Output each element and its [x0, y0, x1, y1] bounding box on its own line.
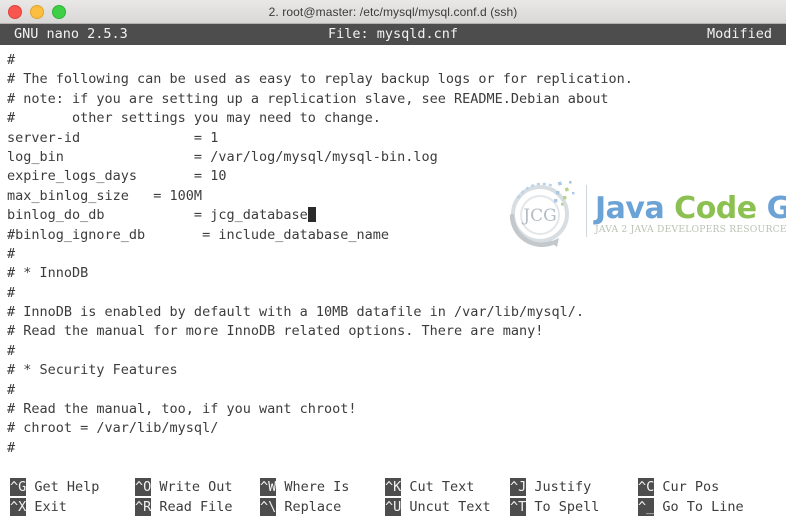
editor-line: # [7, 342, 16, 359]
shortcut-key: ^C [638, 478, 655, 497]
shortcut-key: ^O [135, 478, 152, 497]
shortcut-label: To Spell [526, 498, 600, 515]
shortcut-item[interactable]: ^G Get Help [10, 478, 99, 497]
shortcut-item[interactable]: ^J Justify [510, 478, 591, 497]
shortcut-key: ^J [510, 478, 527, 497]
shortcut-item[interactable]: ^C Cur Pos [638, 478, 719, 497]
shortcut-label: Uncut Text [401, 498, 491, 515]
shortcut-item[interactable]: ^_ Go To Line [638, 497, 744, 517]
editor-line: # Read the manual, too, if you want chro… [7, 401, 357, 418]
nano-header-bar: GNU nano 2.5.3 File: mysqld.cnf Modified [0, 24, 786, 45]
shortcut-item[interactable]: ^\ Replace [260, 497, 342, 517]
shortcut-label: Write Out [151, 479, 233, 496]
editor-line: expire_logs_days = 10 [7, 168, 227, 185]
window-title: 2. root@master: /etc/mysql/mysql.conf.d … [268, 4, 518, 19]
shortcut-label: Where Is [276, 479, 350, 496]
shortcut-key: ^X [10, 497, 27, 516]
shortcut-key: ^W [260, 478, 277, 497]
editor-line: # * Security Features [7, 362, 178, 379]
shortcut-label: Get Help [26, 479, 100, 496]
editor-line: #binlog_ignore_db = include_database_nam… [7, 226, 390, 243]
shortcut-label: Go To Line [654, 498, 744, 515]
shortcut-label: Cur Pos [654, 479, 720, 496]
window-controls [8, 0, 66, 24]
shortcut-label: Cut Text [401, 479, 475, 496]
editor-line: log_bin = /var/log/mysql/mysql-bin.log [7, 148, 438, 165]
editor-line: # [7, 245, 16, 262]
editor-line: # * InnoDB [7, 265, 89, 282]
shortcut-item[interactable]: ^O Write Out [135, 478, 233, 497]
shortcut-row-1: ^G Get Help ^O Write Out ^W Where Is ^K Cut… [0, 478, 786, 497]
shortcut-label: Read File [151, 498, 233, 515]
shortcut-key: ^T [510, 497, 527, 516]
shortcut-row-2: ^X Exit ^R Read File ^\ Replace ^U Uncut Te… [0, 497, 786, 517]
shortcut-label: Exit [26, 498, 67, 515]
editor-line: # The following can be used as easy to r… [7, 71, 633, 88]
shortcut-key: ^\ [260, 497, 277, 516]
nano-shortcut-bar: ^G Get Help ^O Write Out ^W Where Is ^K Cut… [0, 478, 786, 517]
terminal-body[interactable]: GNU nano 2.5.3 File: mysqld.cnf Modified… [0, 24, 786, 521]
nano-editor-text[interactable]: # # The following can be used as easy to … [0, 45, 786, 458]
minimize-window-button[interactable] [30, 5, 44, 19]
terminal-window: 2. root@master: /etc/mysql/mysql.conf.d … [0, 0, 786, 521]
editor-line: # [7, 439, 16, 456]
editor-line: binlog_do_db = jcg_database [0, 206, 786, 225]
shortcut-key: ^R [135, 497, 152, 516]
editor-line: # Read the manual for more InnoDB relate… [7, 323, 544, 340]
editor-line: # chroot = /var/lib/mysql/ [7, 420, 219, 437]
shortcut-item[interactable]: ^X Exit [10, 497, 67, 517]
text-cursor [307, 207, 316, 223]
shortcut-item[interactable]: ^K Cut Text [385, 478, 474, 497]
shortcut-label: Replace [276, 498, 342, 515]
nano-filename: File: mysqld.cnf [327, 26, 459, 42]
editor-line: # [7, 52, 16, 68]
nano-modified-flag: Modified [706, 26, 772, 42]
editor-line: # note: if you are setting up a replicat… [7, 90, 609, 107]
shortcut-item[interactable]: ^U Uncut Text [385, 497, 491, 517]
shortcut-key: ^_ [638, 497, 655, 516]
close-window-button[interactable] [8, 5, 22, 19]
shortcut-item[interactable]: ^W Where Is [260, 478, 349, 497]
maximize-window-button[interactable] [52, 5, 66, 19]
editor-line: # [7, 381, 16, 398]
shortcut-item[interactable]: ^T To Spell [510, 497, 600, 517]
shortcut-key: ^K [385, 478, 402, 497]
shortcut-label: Justify [526, 479, 592, 496]
shortcut-key: ^G [10, 478, 27, 497]
editor-line: # [7, 284, 16, 301]
editor-line: # other settings you may need to change. [7, 110, 381, 127]
editor-line: server-id = 1 [7, 129, 219, 146]
shortcut-item[interactable]: ^R Read File [135, 497, 233, 517]
shortcut-key: ^U [385, 497, 402, 516]
editor-line: # InnoDB is enabled by default with a 10… [7, 304, 585, 321]
editor-line: max_binlog_size = 100M [7, 187, 203, 204]
window-titlebar: 2. root@master: /etc/mysql/mysql.conf.d … [0, 0, 786, 24]
